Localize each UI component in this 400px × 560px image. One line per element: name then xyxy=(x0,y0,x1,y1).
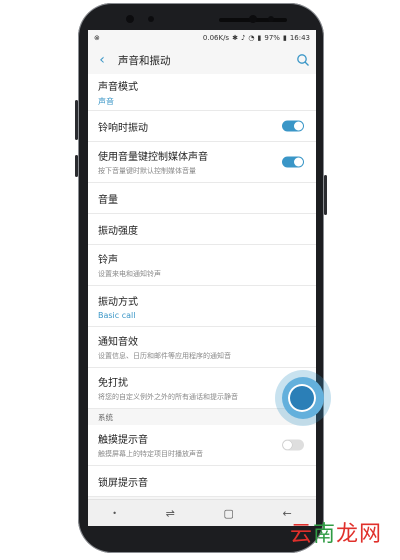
notification-icon: ⊗ xyxy=(94,34,100,42)
watermark-part: 云 xyxy=(289,522,313,547)
item-title: 铃响时振动 xyxy=(98,122,148,134)
battery-level: 97% xyxy=(264,34,280,42)
volume-item[interactable]: 音量 xyxy=(88,183,316,214)
watermark-part: 龙网 xyxy=(335,522,382,547)
item-subtitle: 按下音量键时默认控制媒体音量 xyxy=(98,167,196,175)
mute-icon: ♪ xyxy=(240,34,246,42)
signal-icon: ▮ xyxy=(257,34,262,42)
item-title: 使用音量键控制媒体声音 xyxy=(98,152,208,163)
item-subtitle: 将您的自定义例外之外的所有通话和提示静音 xyxy=(98,393,238,401)
recent-apps-icon[interactable]: ⇌ xyxy=(166,507,175,520)
app-bar: ‹ 声音和振动 xyxy=(88,46,316,74)
settings-list: 声音模式 声音 铃响时振动 使用音量键控制媒体声音 按下音量键时默认控制媒体音量… xyxy=(88,74,316,409)
item-value: 声音 xyxy=(98,96,114,106)
vibration-intensity-item[interactable]: 振动强度 xyxy=(88,214,316,245)
item-title: 音量 xyxy=(98,194,118,206)
item-title: 触摸提示音 xyxy=(98,435,148,446)
item-subtitle: 设置来电和通知铃声 xyxy=(98,270,161,278)
toggle-knob xyxy=(283,440,292,450)
vibration-pattern-item[interactable]: 振动方式 Basic call xyxy=(88,286,316,327)
back-arrow-icon[interactable]: ‹ xyxy=(92,52,112,68)
touch-sounds-item[interactable]: 触摸提示音 触摸屏幕上的特定项目时播放声音 xyxy=(88,425,316,466)
side-button xyxy=(75,100,78,140)
side-button xyxy=(324,175,327,215)
touch-sounds-toggle[interactable] xyxy=(282,439,304,451)
phone-screen: ⊗ 0.06K/s ✱ ♪ ◔ ▮ 97% ▮ 16:43 ‹ 声音和振动 声音… xyxy=(88,30,316,526)
volume-keys-toggle[interactable] xyxy=(282,156,304,168)
network-speed: 0.06K/s xyxy=(202,34,230,42)
front-camera-icon xyxy=(249,15,257,23)
search-icon[interactable] xyxy=(296,53,310,67)
volume-keys-media-item[interactable]: 使用音量键控制媒体声音 按下音量键时默认控制媒体音量 xyxy=(88,142,316,183)
screen-lock-sounds-item[interactable]: 锁屏提示音 xyxy=(88,466,316,497)
nav-dot-icon[interactable]: • xyxy=(112,509,117,518)
item-title: 通知音效 xyxy=(98,337,138,348)
item-value: Basic call xyxy=(98,310,136,320)
sensor-icon xyxy=(148,16,154,22)
phone-top-bezel xyxy=(78,3,324,33)
system-settings-list: 触摸提示音 触摸屏幕上的特定项目时播放声音 锁屏提示音 xyxy=(88,425,316,497)
side-button xyxy=(75,155,78,177)
navigation-bar: • ⇌ ▢ ← xyxy=(88,499,316,526)
ringtone-item[interactable]: 铃声 设置来电和通知铃声 xyxy=(88,245,316,286)
sound-mode-item[interactable]: 声音模式 声音 xyxy=(88,74,316,111)
item-title: 免打扰 xyxy=(98,378,128,389)
sensor-icon xyxy=(268,16,274,22)
watermark-logo: 云南龙网 xyxy=(290,516,382,548)
status-bar: ⊗ 0.06K/s ✱ ♪ ◔ ▮ 97% ▮ 16:43 xyxy=(88,30,316,46)
toggle-knob xyxy=(294,121,303,131)
item-title: 声音模式 xyxy=(98,81,138,93)
sensor-icon xyxy=(126,15,134,23)
clock: 16:43 xyxy=(289,34,310,42)
toggle-knob xyxy=(294,157,303,167)
vibrate-toggle[interactable] xyxy=(282,120,304,132)
wifi-icon: ◔ xyxy=(248,34,255,42)
bluetooth-icon: ✱ xyxy=(232,34,238,42)
page-title: 声音和振动 xyxy=(118,54,171,67)
notification-sounds-item[interactable]: 通知音效 设置信息、日历和邮件等应用程序的通知音 xyxy=(88,327,316,368)
watermark-part: 南 xyxy=(312,522,336,547)
item-subtitle: 设置信息、日历和邮件等应用程序的通知音 xyxy=(98,352,231,360)
item-title: 振动方式 xyxy=(98,296,138,308)
item-title: 锁屏提示音 xyxy=(98,477,148,489)
item-title: 振动强度 xyxy=(98,225,138,237)
home-button-icon[interactable]: ▢ xyxy=(223,507,233,520)
item-subtitle: 触摸屏幕上的特定项目时播放声音 xyxy=(98,450,203,458)
battery-icon: ▮ xyxy=(282,34,287,42)
vibrate-while-ringing-item[interactable]: 铃响时振动 xyxy=(88,111,316,142)
item-title: 铃声 xyxy=(98,255,118,266)
tap-indicator-center[interactable] xyxy=(288,384,316,412)
